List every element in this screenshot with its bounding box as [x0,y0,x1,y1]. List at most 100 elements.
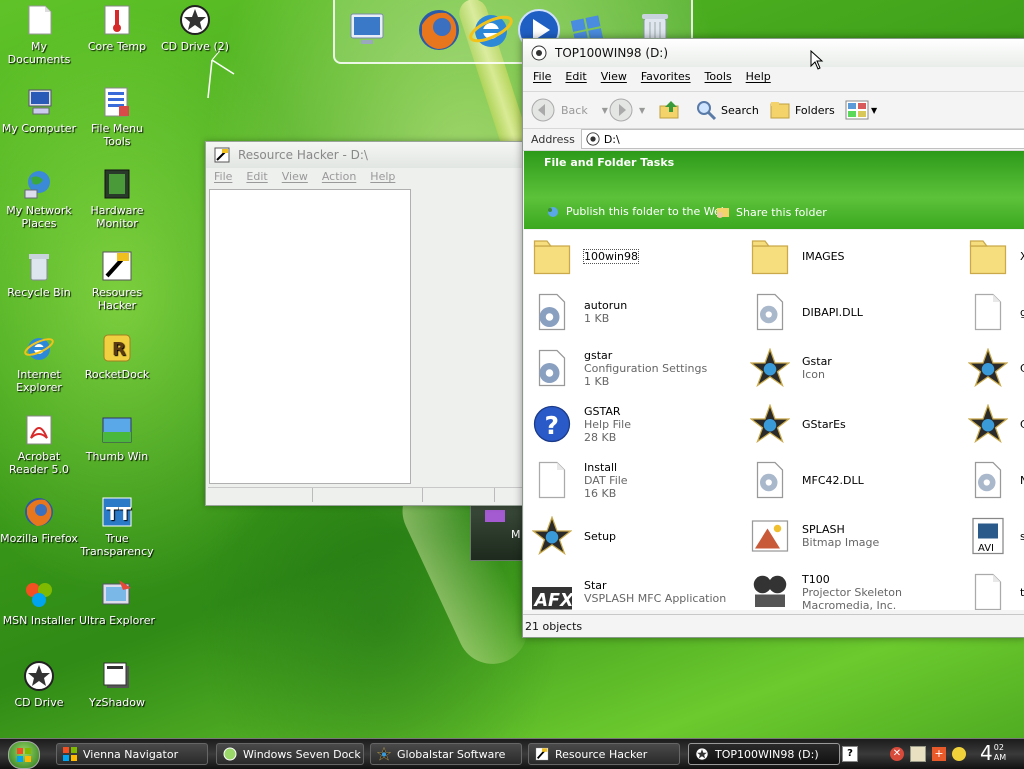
file-item-text: autorun 1 KB [584,299,627,325]
file-item[interactable]: AFX Star VSPLASH MFC Application [530,570,726,610]
menu-view[interactable]: View [282,170,308,183]
taskbar-button[interactable]: Globalstar Software [370,743,522,765]
afx-icon: AFX [530,570,574,610]
desktop-icon[interactable]: Core Temp [78,4,156,53]
desktop-icon[interactable]: Acrobat Reader 5.0 [0,414,78,476]
menu-edit[interactable]: Edit [246,170,267,183]
taskbar-button[interactable]: TOP100WIN98 (D:) [688,743,840,765]
file-item[interactable]: IMAGES [748,234,845,278]
up-folder-button[interactable] [659,100,681,123]
chevron-down-icon[interactable]: ▼ [871,106,877,115]
globe-icon [548,206,558,217]
desktop-icon-label: MSN Installer [2,614,76,627]
ie-icon[interactable] [467,6,515,54]
share-folder-link[interactable]: Share this folder [716,205,827,219]
file-list-view[interactable]: 100win98 IMAGES X autorun 1 KB DIBAPI.DL… [524,230,1024,610]
desktop-icon[interactable]: CD Drive (2) [156,4,234,53]
taskbar-button-label: Vienna Navigator [83,747,179,761]
star-icon [377,747,391,761]
search-button-label: Search [721,103,759,117]
file-item[interactable]: t [966,570,1024,610]
system-tray: ? ✕ + 4 02 AM [842,741,1024,765]
file-item[interactable]: GStarEs [748,402,846,446]
tray-smiley-icon[interactable] [952,747,966,761]
desktop-icon[interactable]: My Documents [0,4,78,66]
dll-icon [748,458,792,502]
taskbar-button[interactable]: Resource Hacker [528,743,680,765]
tray-shield-icon[interactable] [910,746,926,762]
views-button[interactable]: ▼ [845,99,877,121]
desktop-icon[interactable]: R RocketDock [78,332,156,381]
file-item[interactable]: C [966,402,1024,446]
file-item-text: GStarEs [802,418,846,431]
firefox-icon[interactable] [415,6,463,54]
file-item[interactable]: autorun 1 KB [530,290,627,334]
file-item[interactable]: ? GSTAR Help File 28 KB [530,402,631,446]
desktop-icon[interactable]: Recycle Bin [0,250,78,299]
taskbar-button-label: TOP100WIN98 (D:) [715,747,819,761]
desktop-icon[interactable]: CD Drive [0,660,78,709]
search-button[interactable]: Search [695,99,759,121]
file-item[interactable]: gstar Configuration Settings 1 KB [530,346,707,390]
explorer-window[interactable]: TOP100WIN98 (D:) File Edit View Favorites To… [522,38,1024,638]
desktop-icon[interactable]: Resoures Hacker [78,250,156,312]
menu-view[interactable]: View [601,70,627,83]
file-item[interactable]: MFC42.DLL [748,458,864,502]
resource-hacker-window[interactable]: Resource Hacker - D:\ File Edit View Action… [205,141,537,506]
desktop-icon[interactable]: My Network Places [0,168,78,230]
desktop-icon[interactable]: Mozilla Firefox [0,496,78,545]
file-item-text: t [1020,586,1024,599]
file-item[interactable]: AVI s [966,514,1024,558]
menu-tools[interactable]: Tools [705,70,732,83]
desktop-icon[interactable]: My Computer [0,86,78,135]
computer-icon [23,86,55,118]
help-icon[interactable]: ? [842,746,858,762]
explorer-titlebar[interactable]: TOP100WIN98 (D:) [523,39,1024,67]
forward-button[interactable]: ▼ [609,98,645,122]
start-button[interactable] [8,741,40,769]
menu-file[interactable]: File [533,70,551,83]
publish-folder-link[interactable]: Publish this folder to the Web [546,205,728,218]
menu-help[interactable]: Help [370,170,395,183]
file-item[interactable]: Install DAT File 16 KB [530,458,628,502]
file-item[interactable]: C [966,346,1024,390]
tray-x-icon[interactable]: ✕ [890,747,904,761]
folders-button[interactable]: Folders [769,99,835,121]
file-item[interactable]: g [966,290,1024,334]
menu-favorites[interactable]: Favorites [641,70,691,83]
back-button[interactable]: Back ▼ [531,98,608,122]
file-item[interactable]: Gstar Icon [748,346,832,390]
clock[interactable]: 4 02 AM [980,741,1006,765]
file-name: gstar [584,348,613,362]
desktop-icon[interactable]: YzShadow [78,660,156,709]
file-item[interactable]: 100win98 [530,234,640,278]
menu-action[interactable]: Action [322,170,356,183]
hacker-icon [101,250,133,282]
address-input[interactable]: D:\ [580,129,1024,149]
file-item[interactable]: SPLASH Bitmap Image [748,514,879,558]
chevron-down-icon[interactable]: ▼ [639,106,645,115]
desktop-icon[interactable]: Internet Explorer [0,332,78,394]
desktop-icon[interactable]: File Menu Tools [78,86,156,148]
taskbar-button[interactable]: Windows Seven Dock [216,743,364,765]
chevron-down-icon[interactable]: ▼ [602,106,608,115]
file-item[interactable]: T100 Projector Skeleton Macromedia, Inc. [748,570,902,610]
file-item[interactable]: Setup [530,514,616,558]
menu-help[interactable]: Help [746,70,771,83]
desktop-icon[interactable]: TT True Transparency [78,496,156,558]
desktop-icon[interactable]: MSN Installer [0,578,78,627]
menu-edit[interactable]: Edit [565,70,586,83]
tray-plus-icon[interactable]: + [932,747,946,761]
file-item[interactable]: DIBAPI.DLL [748,290,863,334]
resource-tree-pane[interactable] [209,189,411,484]
menu-file[interactable]: File [214,170,232,183]
file-type: DAT File [584,473,628,487]
monitor-icon[interactable] [343,6,391,54]
file-item[interactable]: N [966,458,1024,502]
desktop-icon[interactable]: Ultra Explorer [78,578,156,627]
desktop-icon[interactable]: Hardware Monitor [78,168,156,230]
desktop-icon[interactable]: Thumb Win [78,414,156,463]
taskbar-button[interactable]: Vienna Navigator [56,743,208,765]
file-item[interactable]: X [966,234,1024,278]
resource-hacker-titlebar[interactable]: Resource Hacker - D:\ [206,142,536,168]
